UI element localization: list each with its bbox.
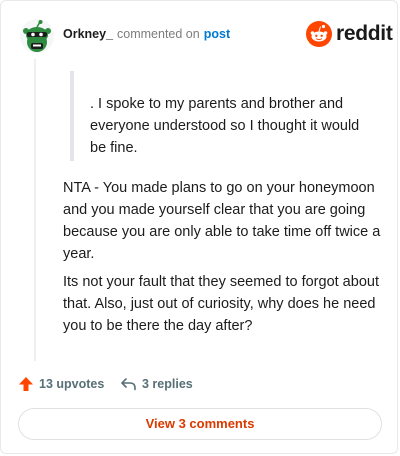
username-link[interactable]: Orkney_ bbox=[63, 27, 113, 41]
post-link[interactable]: post bbox=[204, 27, 230, 41]
action-text: commented on bbox=[117, 27, 200, 41]
replies-count: 3 replies bbox=[142, 377, 193, 391]
quote-bar bbox=[70, 71, 74, 161]
upvote-button[interactable]: 13 upvotes bbox=[18, 373, 104, 395]
upvote-count: 13 upvotes bbox=[39, 377, 105, 391]
comment-meta: Orkney_ commented on post bbox=[63, 27, 230, 41]
comment-card: Orkney_ commented on post reddit . I spoke… bbox=[0, 0, 398, 454]
quote-text: . I spoke to my parents and brother and … bbox=[90, 96, 360, 156]
snoo-avatar-icon[interactable] bbox=[20, 19, 54, 53]
thread-line[interactable] bbox=[34, 59, 36, 361]
comment-header: Orkney_ commented on post reddit bbox=[20, 19, 393, 53]
replies-button[interactable]: 3 replies bbox=[120, 373, 193, 395]
comment-actions: 13 upvotes 3 replies bbox=[18, 373, 378, 395]
view-comments-button[interactable]: View 3 comments bbox=[18, 408, 382, 440]
comment-paragraph: NTA - You made plans to go on your honey… bbox=[63, 180, 381, 262]
comment-paragraph: Its not your fault that they seemed to f… bbox=[63, 274, 379, 334]
reply-arrow-icon bbox=[121, 378, 136, 391]
logo-wordmark: reddit bbox=[336, 22, 393, 45]
quote-block: . I spoke to my parents and brother and … bbox=[70, 71, 370, 161]
upvote-arrow-icon bbox=[19, 377, 33, 391]
reddit-snoo-icon bbox=[306, 21, 332, 47]
reddit-logo[interactable]: reddit bbox=[306, 20, 393, 48]
